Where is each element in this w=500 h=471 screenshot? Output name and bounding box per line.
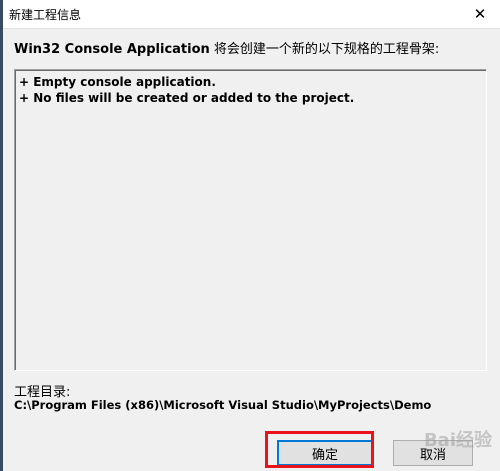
close-button[interactable]: ✕ — [460, 0, 500, 28]
project-dir-path: C:\Program Files (x86)\Microsoft Visual … — [14, 398, 432, 412]
spec-line: + No files will be created or added to t… — [19, 91, 355, 105]
dialog-heading: Win32 Console Application 将会创建一个新的以下规格的工… — [14, 38, 439, 57]
close-icon: ✕ — [473, 5, 487, 23]
window-title: 新建工程信息 — [9, 8, 82, 22]
new-project-info-dialog: 新建工程信息 ✕ Win32 Console Application 将会创建一… — [0, 0, 500, 471]
project-spec-box[interactable]: + Empty console application. + No files … — [14, 69, 487, 371]
cancel-button[interactable]: 取消 — [393, 440, 473, 466]
app-type-name: Win32 Console Application — [14, 42, 210, 57]
spec-line: + Empty console application. — [19, 75, 216, 89]
heading-description: 将会创建一个新的以下规格的工程骨架: — [209, 42, 440, 57]
title-bar[interactable]: 新建工程信息 ✕ — [3, 0, 500, 29]
ok-button[interactable]: 确定 — [277, 440, 373, 466]
background-window-edge — [0, 0, 3, 471]
